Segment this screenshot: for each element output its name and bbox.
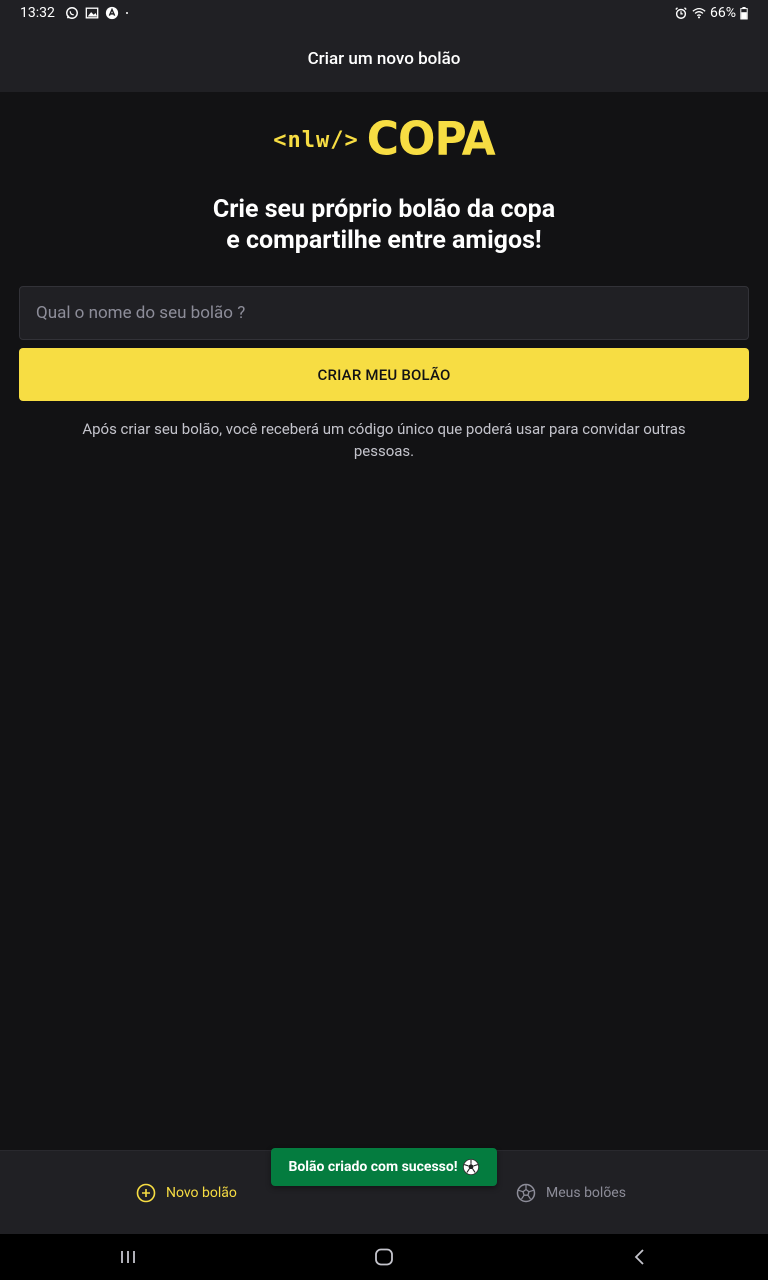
headline-line-1: Crie seu próprio bolão da copa xyxy=(212,195,556,224)
recent-apps-button[interactable] xyxy=(98,1234,158,1280)
pool-name-input[interactable] xyxy=(19,286,749,340)
status-bar: 13:32 66% xyxy=(0,0,768,26)
whatsapp-icon xyxy=(65,7,78,19)
tab-my-pools-label: Meus bolões xyxy=(546,1185,626,1201)
recent-apps-icon xyxy=(121,1251,135,1263)
info-text: Após criar seu bolão, você receberá um c… xyxy=(82,420,686,460)
toast-message: Bolão criado com sucesso! xyxy=(288,1159,458,1175)
logo: <nlw/> COPA xyxy=(0,112,768,167)
wifi-icon xyxy=(692,7,706,19)
home-button[interactable] xyxy=(354,1234,414,1280)
status-time: 13:32 xyxy=(20,5,55,21)
alarm-icon xyxy=(675,7,687,19)
tab-new-pool-label: Novo bolão xyxy=(166,1185,237,1201)
system-nav-bar xyxy=(0,1234,768,1280)
battery-percent: 66% xyxy=(710,5,736,21)
back-icon xyxy=(634,1249,644,1265)
main-content: <nlw/> COPA Crie seu próprio bolão da co… xyxy=(0,92,768,1150)
soccer-ball-icon xyxy=(516,1183,536,1203)
back-button[interactable] xyxy=(610,1234,670,1280)
headline-line-2: e compartilhe entre amigos! xyxy=(226,226,542,255)
image-icon xyxy=(85,7,99,19)
create-pool-button[interactable]: CRIAR MEU BOLÃO xyxy=(19,348,749,401)
logo-brand-text: COPA xyxy=(366,112,496,167)
header-title: Criar um novo bolão xyxy=(307,49,461,69)
app-icon xyxy=(105,6,118,20)
success-toast: Bolão criado com sucesso! xyxy=(271,1148,497,1186)
dot-icon xyxy=(125,12,128,14)
tab-new-pool[interactable]: Novo bolão xyxy=(136,1151,237,1235)
logo-code-text: <nlw/> xyxy=(273,127,359,153)
plus-circle-icon xyxy=(136,1183,156,1203)
page-headline: Crie seu próprio bolão da copa e compart… xyxy=(0,194,768,256)
soccer-ball-icon xyxy=(462,1158,479,1176)
tab-my-pools[interactable]: Meus bolões xyxy=(516,1151,626,1235)
app-header: Criar um novo bolão xyxy=(0,26,768,92)
home-icon xyxy=(375,1248,393,1266)
battery-icon xyxy=(740,7,748,20)
